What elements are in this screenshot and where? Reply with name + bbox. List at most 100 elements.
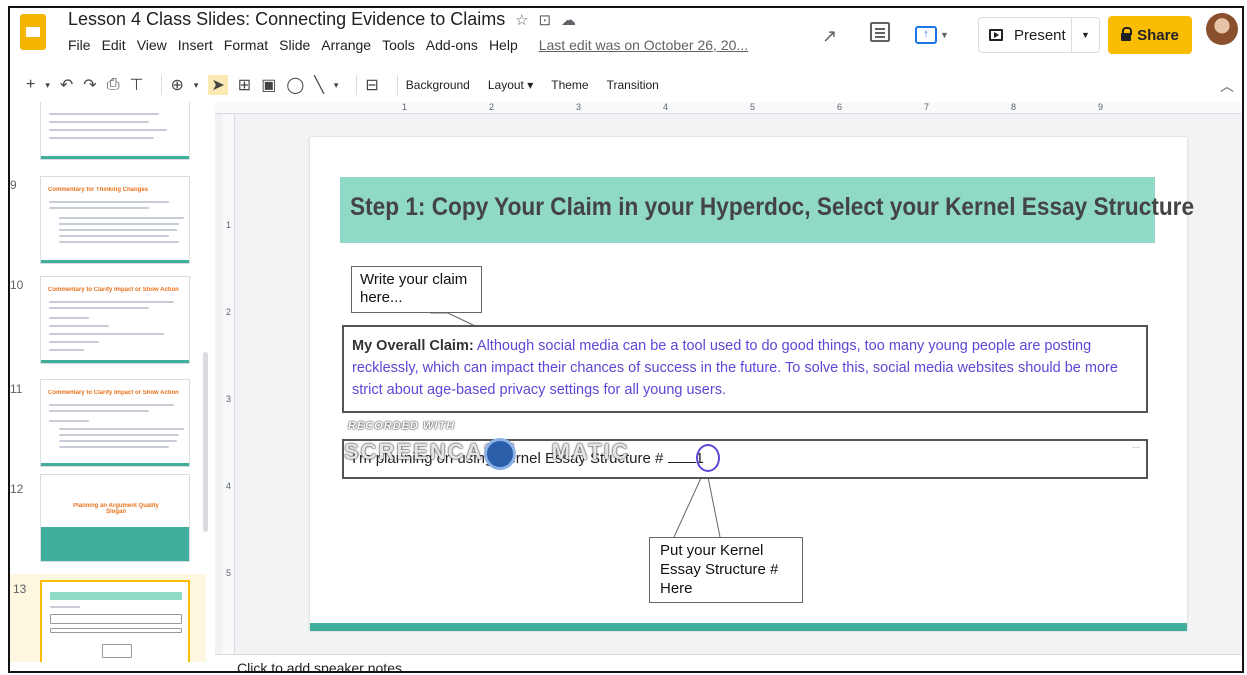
line-icon[interactable]: ╲ (314, 75, 324, 95)
slides-logo-icon[interactable] (20, 14, 46, 50)
chevron-down-icon: ▼ (940, 30, 949, 40)
slide-thumbnail[interactable]: Planning an Argument Quality Slogan (40, 474, 190, 562)
theme-button[interactable]: Theme (551, 78, 588, 92)
thumb-title: Commentary to Clarify Impact or Show Act… (48, 390, 179, 396)
slide[interactable]: Step 1: Copy Your Claim in your Hyperdoc… (310, 137, 1194, 631)
menu-tools[interactable]: Tools (382, 37, 415, 53)
horizontal-ruler: 1 2 3 4 5 6 7 8 9 (215, 102, 1242, 114)
thumb-line (50, 614, 182, 624)
thumb-line (59, 434, 179, 436)
thumb-accent (41, 156, 189, 159)
menu-edit[interactable]: Edit (102, 37, 126, 53)
thumb-line (49, 201, 169, 203)
menu-view[interactable]: View (137, 37, 167, 53)
menu-help[interactable]: Help (489, 37, 518, 53)
menu-arrange[interactable]: Arrange (321, 37, 371, 53)
ruler-mark: 2 (226, 307, 232, 317)
menu-format[interactable]: Format (224, 37, 268, 53)
transition-button[interactable]: Transition (607, 78, 659, 92)
present-mode-button[interactable]: ↑ ▼ (915, 22, 957, 48)
redo-icon[interactable]: ↷ (83, 75, 96, 95)
slide-title[interactable]: Step 1: Copy Your Claim in your Hyperdoc… (350, 193, 1194, 222)
document-title[interactable]: Lesson 4 Class Slides: Connecting Eviden… (68, 9, 505, 30)
layout-button[interactable]: Layout ▾ (488, 78, 533, 92)
shape-icon[interactable]: ◯ (286, 75, 304, 95)
collapse-chevron-icon[interactable]: ︿ (1220, 76, 1234, 96)
slide-thumbnail[interactable] (40, 102, 190, 160)
present-button[interactable]: Present ▼ (978, 17, 1100, 53)
ruler-mark: 3 (576, 102, 582, 112)
thumb-line (59, 428, 184, 430)
thumb-line (59, 229, 177, 231)
present-icon (989, 29, 1003, 41)
kernel-callout[interactable]: Put your Kernel Essay Structure # Here (649, 537, 803, 603)
resize-handle-icon[interactable]: ⋯ (1132, 443, 1140, 452)
menu-add-ons[interactable]: Add-ons (426, 37, 478, 53)
thumb-line (50, 628, 182, 633)
thumb-line (49, 325, 109, 327)
thumb-title: Planning an Argument Quality Slogan (73, 503, 159, 515)
claim-text-box[interactable]: My Overall Claim: Although social media … (342, 325, 1148, 413)
thumb-line (49, 349, 84, 351)
thumb-accent (41, 527, 189, 561)
toolbar: + ▾ ↶ ↷ ⎙ ⊤ ⊕ ▾ ➤ ⊞ ▣ ◯ ╲ ▾ ⊟ Background… (10, 68, 1242, 102)
filmstrip-scrollbar[interactable] (203, 352, 208, 532)
zoom-icon[interactable]: ⊕ (170, 75, 183, 95)
activity-trend-icon[interactable]: ↗ (822, 26, 837, 47)
thumb-line (49, 129, 167, 131)
comments-icon[interactable] (870, 22, 890, 42)
slide-thumbnail-selected[interactable] (40, 580, 190, 662)
thumb-line (49, 307, 149, 309)
thumb-line (59, 241, 179, 243)
menu-slide[interactable]: Slide (279, 37, 310, 53)
menu-file[interactable]: File (68, 37, 91, 53)
comment-add-icon[interactable]: ⊟ (365, 75, 378, 95)
thumb-line (102, 644, 132, 658)
slide-number: 11 (10, 382, 23, 396)
toolbar-divider (396, 75, 398, 95)
menu-insert[interactable]: Insert (178, 37, 213, 53)
cloud-status-icon[interactable]: ☁ (561, 12, 586, 29)
speaker-notes[interactable]: Click to add speaker notes (215, 654, 1242, 671)
title-band[interactable]: Step 1: Copy Your Claim in your Hyperdoc… (340, 177, 1194, 243)
thumb-title-band (50, 592, 182, 600)
selected-slide-highlight: 13 (10, 574, 206, 662)
thumb-line (59, 440, 177, 442)
undo-icon[interactable]: ↶ (60, 75, 73, 95)
paint-format-icon[interactable]: ⊤ (130, 75, 144, 95)
slide-thumbnail[interactable]: Commentary for Thinking Changes (40, 176, 190, 264)
slide-number: 12 (10, 482, 24, 496)
thumb-line (49, 420, 89, 422)
thumb-line (49, 207, 149, 209)
slides-window: Lesson 4 Class Slides: Connecting Eviden… (8, 6, 1244, 673)
share-button[interactable]: Share (1108, 16, 1192, 54)
thumb-line (49, 333, 164, 335)
move-icon[interactable]: ⊡ (538, 12, 561, 29)
present-dropdown-icon[interactable]: ▼ (1071, 18, 1099, 52)
select-cursor-icon[interactable]: ➤ (208, 75, 228, 95)
ruler-mark: 5 (750, 102, 756, 112)
thumb-line (49, 137, 154, 139)
ruler-mark: 9 (1098, 102, 1104, 112)
image-icon[interactable]: ▣ (261, 75, 276, 95)
zoom-dropdown-icon[interactable]: ▾ (194, 80, 199, 91)
thumb-line (49, 404, 174, 406)
line-dropdown-icon[interactable]: ▾ (334, 80, 339, 91)
avatar[interactable] (1206, 13, 1238, 45)
ruler-mark: 4 (663, 102, 669, 112)
thumb-line (49, 341, 99, 343)
new-slide-dropdown-icon[interactable]: ▾ (45, 80, 50, 91)
new-slide-icon[interactable]: + (26, 76, 35, 94)
slide-thumbnail[interactable]: Commentary to Clarify Impact or Show Act… (40, 379, 190, 467)
thumb-line (59, 217, 184, 219)
text-box-icon[interactable]: ⊞ (238, 75, 251, 95)
background-button[interactable]: Background (406, 78, 470, 92)
kernel-structure-box[interactable]: I'm planning on using Kernel Essay Struc… (342, 438, 1148, 479)
star-icon[interactable]: ☆ (515, 12, 538, 29)
claim-callout[interactable]: Write your claim here... (351, 266, 482, 313)
share-label: Share (1137, 26, 1179, 44)
layout-label: Layout (487, 78, 524, 92)
slide-thumbnail[interactable]: Commentary to Clarify Impact or Show Act… (40, 276, 190, 364)
last-edit-link[interactable]: Last edit was on October 26, 20... (539, 37, 748, 53)
print-icon[interactable]: ⎙ (107, 76, 120, 94)
